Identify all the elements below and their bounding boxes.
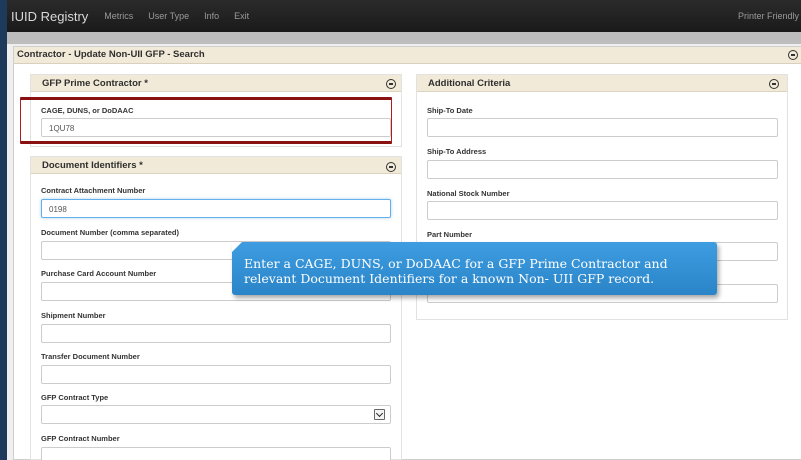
gfp-contract-type-label: GFP Contract Type [41,393,109,402]
instruction-callout: Enter a CAGE, DUNS, or DoDAAC for a GFP … [232,242,717,295]
document-number-label: Document Number (comma separated) [41,228,179,237]
document-identifiers-title: Document Identifiers * [42,160,143,171]
nav-link-exit[interactable]: Exit [234,11,249,21]
contract-attachment-number-label: Contract Attachment Number [41,186,146,195]
nav-link-user-type[interactable]: User Type [148,11,189,21]
chevron-down-icon[interactable] [374,409,385,420]
contract-attachment-number-input[interactable]: 0198 [41,199,391,218]
ship-to-address-label: Ship-To Address [427,147,487,156]
ship-to-date-input[interactable] [427,118,778,137]
national-stock-number-label: National Stock Number [427,189,510,198]
additional-criteria-header: Additional Criteria [417,75,787,92]
gfp-contract-type-select[interactable] [41,405,391,424]
highlight-annotation [20,97,392,144]
shipment-number-input[interactable] [41,324,391,343]
top-navbar: IUID Registry Metrics User Type Info Exi… [7,0,801,32]
document-identifiers-collapse-icon[interactable] [386,162,396,172]
page-collapse-icon[interactable] [788,50,798,60]
part-number-label: Part Number [427,230,473,239]
transfer-document-number-input[interactable] [41,365,391,384]
ship-to-date-label: Ship-To Date [427,106,473,115]
callout-folded-corner [232,242,242,252]
printer-friendly-link[interactable]: Printer Friendly [738,11,799,21]
page-header: Contractor - Update Non-UII GFP - Search [14,47,801,64]
gfp-prime-contractor-collapse-icon[interactable] [386,79,396,89]
ship-to-address-input[interactable] [427,160,778,179]
shipment-number-label: Shipment Number [41,311,106,320]
transfer-document-number-label: Transfer Document Number [41,352,140,361]
gfp-prime-contractor-header: GFP Prime Contractor * [31,75,401,92]
additional-criteria-title: Additional Criteria [428,78,511,89]
brand-link[interactable]: IUID Registry [11,9,88,24]
additional-criteria-collapse-icon[interactable] [769,79,779,89]
sub-navbar [7,32,801,44]
page-title: Contractor - Update Non-UII GFP - Search [17,49,205,60]
purchase-card-account-number-label: Purchase Card Account Number [41,269,157,278]
document-identifiers-header: Document Identifiers * [31,157,401,174]
nav-link-info[interactable]: Info [204,11,219,21]
national-stock-number-input[interactable] [427,201,778,220]
gfp-contract-number-label: GFP Contract Number [41,434,120,443]
callout-text-line-1: Enter a CAGE, DUNS, or DoDAAC for a GFP … [244,256,668,271]
callout-text-line-2: relevant Document Identifiers for a know… [244,271,655,286]
nav-link-metrics[interactable]: Metrics [104,11,133,21]
window-frame-left [0,0,7,460]
gfp-contract-number-input[interactable] [41,447,391,460]
gfp-prime-contractor-title: GFP Prime Contractor * [42,78,148,89]
